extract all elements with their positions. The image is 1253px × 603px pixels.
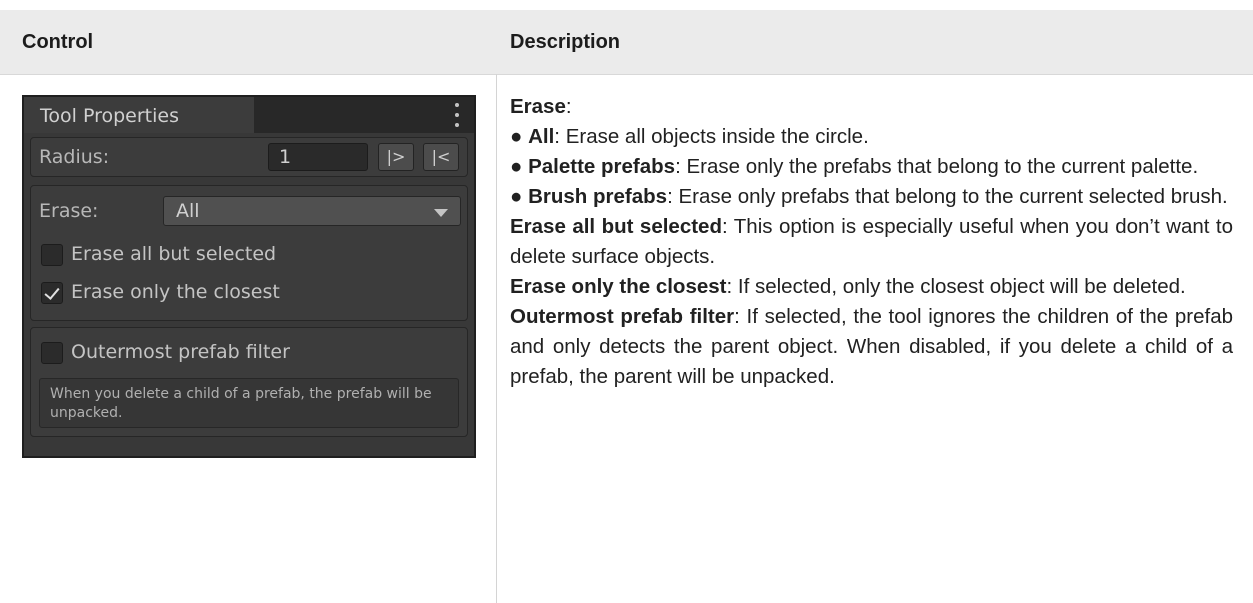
radius-group: Radius: 1 |> |< bbox=[30, 137, 468, 177]
radius-label: Radius: bbox=[39, 146, 110, 168]
erase-only-closest-label: Erase only the closest bbox=[71, 281, 280, 303]
panel-tab-bar: Tool Properties bbox=[24, 97, 474, 133]
header-description: Description bbox=[510, 31, 621, 53]
radius-input[interactable]: 1 bbox=[268, 143, 368, 171]
outermost-prefab-filter-checkbox[interactable] bbox=[41, 342, 63, 364]
bullet-icon: ● bbox=[510, 155, 523, 178]
header-control: Control bbox=[22, 31, 94, 53]
list-item: ● All: Erase all objects inside the circ… bbox=[510, 125, 869, 148]
expand-radius-button[interactable]: |> bbox=[378, 143, 414, 171]
paragraph-erase-all-but-selected: Erase all but selected: This option is e… bbox=[510, 215, 1234, 268]
erase-all-but-selected-label: Erase all but selected bbox=[71, 243, 277, 265]
checkmark-icon bbox=[44, 284, 60, 300]
description-text: Erase: ● All: Erase all objects inside t… bbox=[510, 92, 1233, 392]
erase-only-closest-checkbox[interactable] bbox=[41, 282, 63, 304]
list-item: ● Brush prefabs: Erase only prefabs that… bbox=[510, 185, 1228, 208]
erase-mode-value: All bbox=[176, 200, 200, 222]
erase-mode-dropdown[interactable]: All bbox=[163, 196, 461, 226]
table-header-row: Control Description bbox=[0, 10, 1253, 75]
kebab-menu-icon[interactable] bbox=[454, 103, 460, 127]
collapse-radius-button[interactable]: |< bbox=[423, 143, 459, 171]
chevron-down-icon bbox=[434, 209, 448, 217]
bullet-icon: ● bbox=[510, 185, 523, 208]
paragraph-outermost-prefab-filter: Outermost prefab filter: If selected, th… bbox=[510, 305, 1233, 388]
bullet-icon: ● bbox=[510, 125, 523, 148]
erase-heading: Erase: bbox=[510, 95, 572, 118]
tab-tool-properties[interactable]: Tool Properties bbox=[24, 97, 254, 133]
help-box: When you delete a child of a prefab, the… bbox=[39, 378, 459, 428]
list-item: ● Palette prefabs: Erase only the prefab… bbox=[510, 155, 1199, 178]
erase-all-but-selected-checkbox[interactable] bbox=[41, 244, 63, 266]
outermost-filter-group: Outermost prefab filter When you delete … bbox=[30, 327, 468, 437]
column-divider bbox=[496, 74, 497, 603]
tool-properties-panel: Tool Properties Radius: 1 |> |< Erase: A… bbox=[22, 95, 476, 458]
outermost-prefab-filter-label: Outermost prefab filter bbox=[71, 341, 290, 363]
paragraph-erase-only-closest: Erase only the closest: If selected, onl… bbox=[510, 275, 1186, 298]
erase-group: Erase: All Erase all but selected Erase … bbox=[30, 185, 468, 321]
erase-label: Erase: bbox=[39, 200, 99, 222]
